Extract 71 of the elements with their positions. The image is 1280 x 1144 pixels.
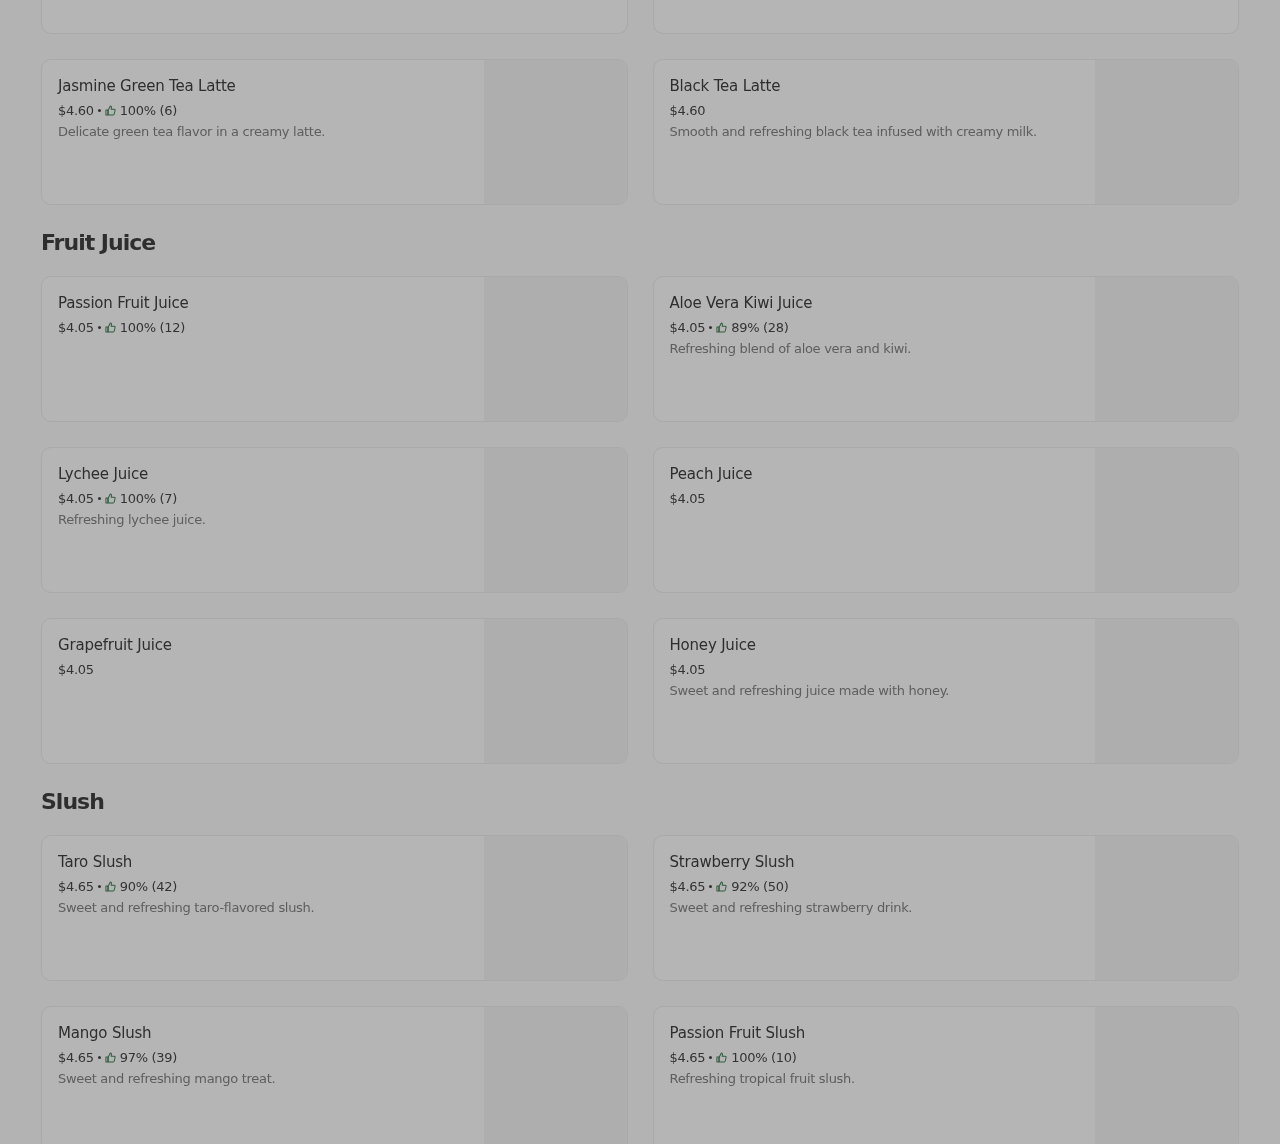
item-description: Sweet and refreshing taro-flavored slush. bbox=[58, 900, 316, 915]
item-description: Sweet and refreshing juice made with honey. bbox=[669, 683, 951, 698]
menu-item-card[interactable]: Peach Juice $4.05 bbox=[652, 447, 1239, 593]
section-title: Fruit Juice bbox=[41, 230, 157, 256]
item-price: $4.05 bbox=[669, 320, 706, 335]
item-description: Refreshing blend of aloe vera and kiwi. bbox=[669, 341, 913, 356]
thumbs-up-icon bbox=[104, 493, 116, 504]
item-name: Grapefruit Juice bbox=[58, 636, 173, 654]
item-description: Sweet and refreshing mango treat. bbox=[58, 1071, 277, 1086]
item-price: $4.60 bbox=[58, 103, 94, 118]
item-price: $4.65 bbox=[58, 879, 94, 894]
thumbs-up-icon bbox=[104, 322, 116, 333]
thumbs-up-icon bbox=[716, 322, 728, 333]
item-description: Refreshing tropical fruit slush. bbox=[669, 1071, 856, 1086]
item-name: Taro Slush bbox=[58, 853, 134, 871]
item-price: $4.65 bbox=[669, 879, 706, 894]
separator-dot bbox=[97, 497, 101, 500]
menu-item-card[interactable]: Mango Slush $4.65 97% (39) Sweet and refreshing mango treat. bbox=[41, 1006, 628, 1144]
menu-item-card[interactable]: Aloe Vera Kiwi Juice $4.05 89% (28) Refreshing blend of aloe vera and kiwi. bbox=[652, 276, 1239, 422]
item-price: $4.65 bbox=[669, 1050, 706, 1065]
thumbs-up-icon bbox=[104, 105, 116, 116]
menu-item-card[interactable]: Black Tea Latte $4.60 Smooth and refreshing black tea infused with creamy milk. bbox=[652, 59, 1239, 205]
item-name: Honey Juice bbox=[669, 636, 757, 654]
menu-item-card[interactable]: Jasmine Green Tea Latte $4.60 100% (6) Delicate green tea flavor in a creamy latte. bbox=[41, 59, 628, 205]
menu-item-card[interactable]: Passion Fruit Juice $4.05 100% (12) bbox=[41, 276, 628, 422]
section-title: Slush bbox=[41, 789, 105, 815]
item-rating: 100% (10) bbox=[731, 1050, 797, 1065]
item-rating: 92% (50) bbox=[731, 879, 789, 894]
thumbs-up-icon bbox=[104, 1052, 116, 1063]
item-price: $4.65 bbox=[58, 1050, 94, 1065]
item-price: $4.05 bbox=[58, 320, 94, 335]
menu-item-card[interactable]: Strawberry Slush $4.65 92% (50) Sweet and refreshing strawberry drink. bbox=[652, 835, 1239, 981]
item-name: Mango Slush bbox=[58, 1024, 153, 1042]
item-name: Peach Juice bbox=[669, 465, 754, 483]
item-rating: 90% (42) bbox=[119, 879, 178, 894]
separator-dot bbox=[97, 1056, 101, 1059]
item-description: Refreshing lychee juice. bbox=[58, 512, 207, 527]
item-description: Delicate green tea flavor in a creamy latte. bbox=[58, 124, 327, 139]
item-rating: 89% (28) bbox=[731, 320, 789, 335]
item-name: Passion Fruit Slush bbox=[669, 1024, 807, 1042]
menu-item-card[interactable]: Lychee Juice $4.05 100% (7) Refreshing lychee juice. bbox=[41, 447, 628, 593]
item-price: $4.60 bbox=[669, 103, 706, 118]
item-name: Passion Fruit Juice bbox=[58, 294, 190, 312]
separator-dot bbox=[709, 1056, 713, 1059]
item-rating: 97% (39) bbox=[119, 1050, 178, 1065]
separator-dot bbox=[709, 326, 713, 329]
separator-dot bbox=[97, 109, 101, 112]
thumbs-up-icon bbox=[716, 881, 728, 892]
item-price: $4.05 bbox=[58, 662, 94, 677]
item-price: $4.05 bbox=[669, 662, 706, 677]
menu-item-card[interactable]: Taro Slush $4.65 90% (42) Sweet and refreshing taro-flavored slush. bbox=[41, 835, 628, 981]
menu-item-card[interactable]: Passion Fruit Slush $4.65 100% (10) Refreshing tropical fruit slush. bbox=[652, 1006, 1239, 1144]
item-price: $4.05 bbox=[669, 491, 706, 506]
menu-item-card[interactable]: Grapefruit Juice $4.05 bbox=[41, 618, 628, 764]
item-name: Black Tea Latte bbox=[669, 77, 782, 95]
separator-dot bbox=[97, 326, 101, 329]
item-price: $4.05 bbox=[58, 491, 94, 506]
menu-item-card[interactable]: Honey Juice $4.05 Sweet and refreshing juice made with honey. bbox=[652, 618, 1239, 764]
item-name: Jasmine Green Tea Latte bbox=[58, 77, 237, 95]
item-rating: 100% (6) bbox=[119, 103, 178, 118]
separator-dot bbox=[709, 885, 713, 888]
thumbs-up-icon bbox=[104, 881, 116, 892]
item-description: Smooth and refreshing black tea infused with creamy milk. bbox=[669, 124, 1038, 139]
item-name: Strawberry Slush bbox=[669, 853, 796, 871]
item-name: Lychee Juice bbox=[58, 465, 149, 483]
item-rating: 100% (7) bbox=[119, 491, 178, 506]
item-rating: 100% (12) bbox=[119, 320, 185, 335]
thumbs-up-icon bbox=[716, 1052, 728, 1063]
item-description: Sweet and refreshing strawberry drink. bbox=[669, 900, 914, 915]
item-name: Aloe Vera Kiwi Juice bbox=[669, 294, 814, 312]
separator-dot bbox=[97, 885, 101, 888]
